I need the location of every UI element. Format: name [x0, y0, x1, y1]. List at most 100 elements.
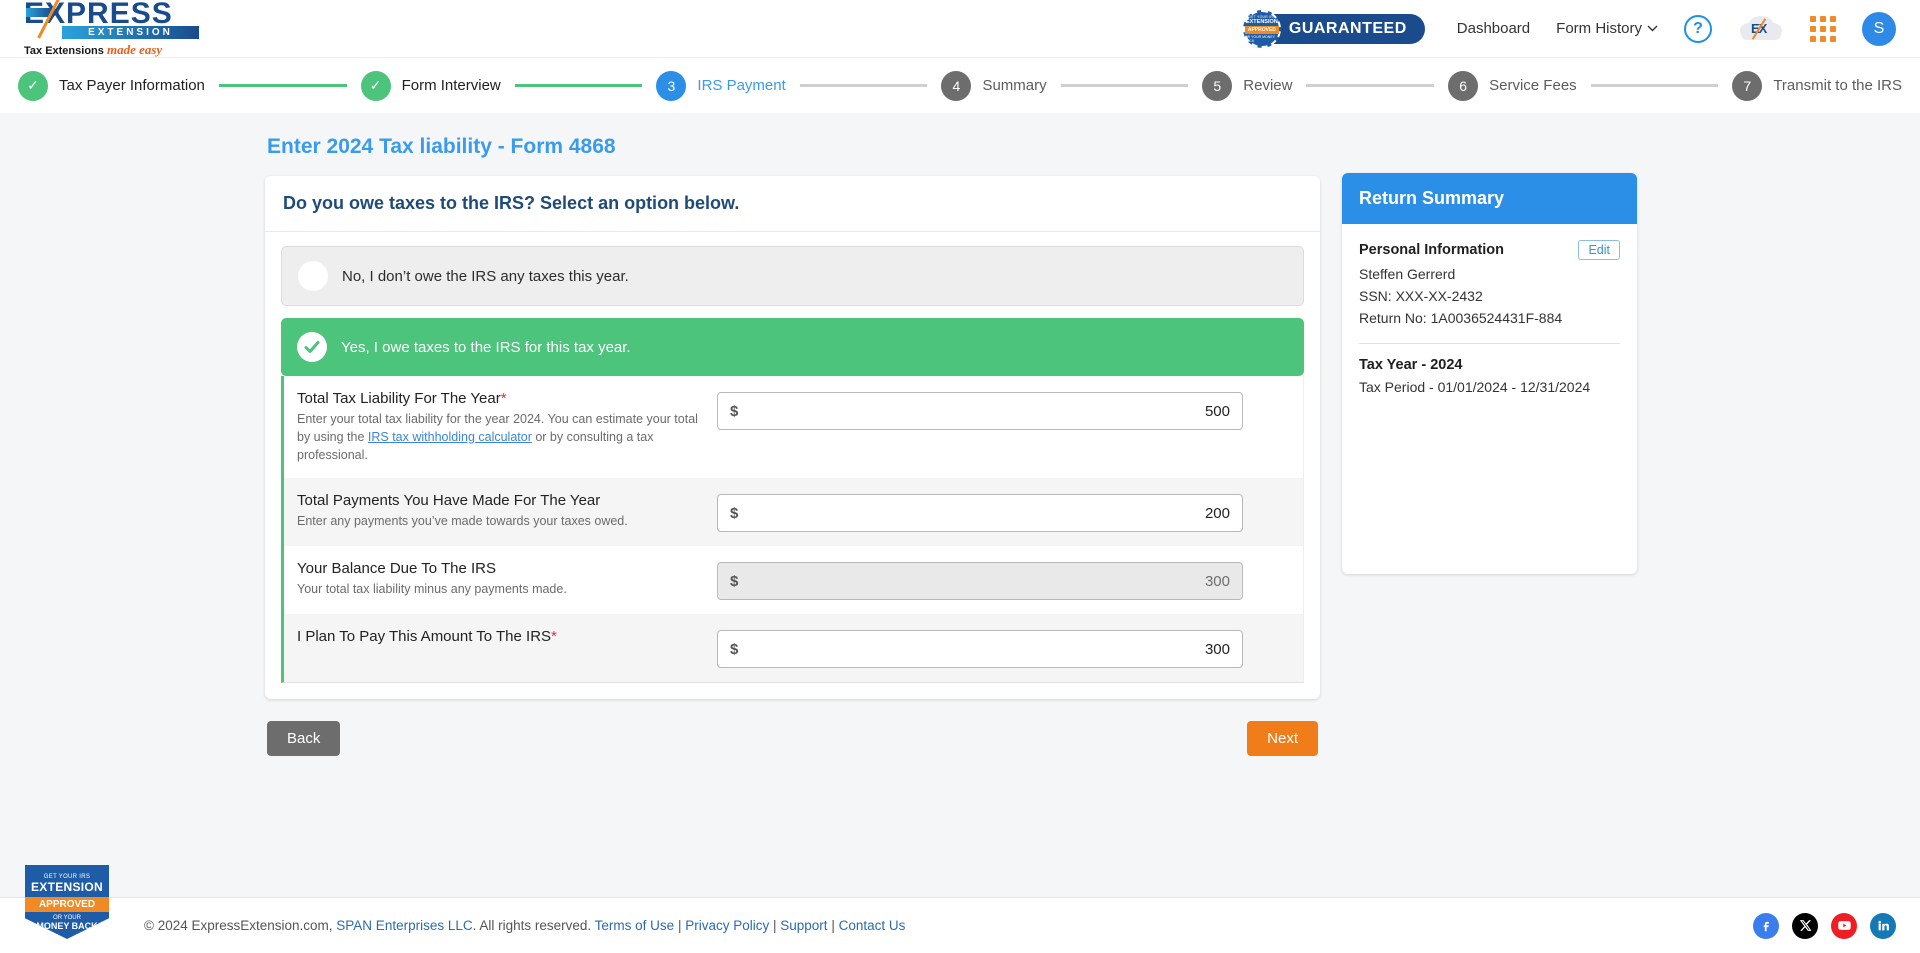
personal-information-title: Personal Information	[1359, 242, 1505, 258]
option-yes-taxes-owed[interactable]: Yes, I owe taxes to the IRS for this tax…	[281, 318, 1304, 376]
brand-logo[interactable]: EXPRESS EXTENSION Tax Extensions made ea…	[24, 0, 199, 58]
tax-period: Tax Period - 01/01/2024 - 12/31/2024	[1359, 379, 1591, 395]
field-row-total-payments: Total Payments You Have Made For The Yea…	[284, 478, 1303, 547]
field-label: Total Payments You Have Made For The Yea…	[297, 492, 699, 509]
apps-grid-button[interactable]	[1810, 15, 1836, 42]
radio-unselected-icon	[298, 261, 328, 291]
personal-information-row: Personal Information Edit	[1359, 240, 1620, 260]
step-tax-payer-information[interactable]: ✓ Tax Payer Information	[18, 70, 205, 101]
guaranteed-badge: GET YOUR IRS EXTENSION APPROVED OR YOUR …	[1242, 9, 1425, 48]
step-1-label: Tax Payer Information	[59, 77, 205, 94]
x-twitter-icon[interactable]	[1792, 912, 1818, 939]
field-description: Enter your total tax liability for the y…	[297, 410, 699, 464]
social-links	[1753, 912, 1896, 939]
tax-liability-card: Do you owe taxes to the IRS? Select an o…	[265, 176, 1320, 700]
check-icon	[304, 341, 320, 353]
copyright-pre: © 2024 ExpressExtension.com,	[144, 918, 337, 933]
field-label-text: Total Tax Liability For The Year	[297, 390, 501, 407]
contact-us-link[interactable]: Contact Us	[839, 918, 906, 933]
step-irs-payment[interactable]: 3 IRS Payment	[656, 70, 786, 101]
privacy-policy-link[interactable]: Privacy Policy	[685, 918, 769, 933]
footer-copyright: © 2024 ExpressExtension.com, SPAN Enterp…	[144, 918, 905, 933]
option-yes-label: Yes, I owe taxes to the IRS for this tax…	[341, 338, 631, 356]
field-input-wrap: $ 300	[717, 560, 1303, 601]
progress-stepper: ✓ Tax Payer Information ✓ Form Interview…	[0, 57, 1920, 113]
support-link[interactable]: Support	[780, 918, 827, 933]
currency-symbol: $	[730, 402, 739, 420]
field-input-wrap: $ 300	[717, 628, 1303, 669]
field-description: Your total tax liability minus any payme…	[297, 582, 567, 597]
step-summary[interactable]: 4 Summary	[941, 70, 1047, 101]
logo-tagline: Tax Extensions made easy	[24, 42, 199, 58]
cloud-icon: EX	[1738, 14, 1784, 44]
field-row-plan-to-pay: I Plan To Pay This Amount To The IRS* $ …	[284, 614, 1303, 683]
nav-dashboard[interactable]: Dashboard	[1457, 20, 1530, 37]
return-summary-body: Personal Information Edit Steffen Gerrer…	[1342, 224, 1637, 574]
step-6-circle: 6	[1448, 70, 1479, 101]
step-connector-4	[1060, 84, 1189, 87]
badge-shield-icon: GET YOUR IRS EXTENSION APPROVED OR YOUR …	[25, 865, 109, 939]
currency-symbol: $	[730, 572, 739, 590]
edit-personal-information-button[interactable]: Edit	[1578, 240, 1620, 260]
next-button[interactable]: Next	[1247, 721, 1318, 757]
plan-to-pay-input[interactable]: $ 300	[717, 630, 1243, 669]
balance-due-input: $ 300	[717, 562, 1243, 601]
help-icon: ?	[1684, 14, 1712, 43]
span-enterprises-link[interactable]: SPAN Enterprises LLC	[336, 918, 472, 933]
irs-withholding-calculator-link[interactable]: IRS tax withholding calculator	[368, 430, 532, 444]
card-question: Do you owe taxes to the IRS? Select an o…	[265, 176, 1320, 232]
sep-3: |	[827, 918, 839, 933]
seal-line-2: EXTENSION	[1245, 18, 1278, 25]
facebook-icon[interactable]	[1753, 912, 1779, 939]
youtube-icon[interactable]	[1831, 912, 1857, 939]
step-review[interactable]: 5 Review	[1202, 70, 1292, 101]
linkedin-icon[interactable]	[1870, 912, 1896, 939]
option-no-taxes-owed[interactable]: No, I don’t owe the IRS any taxes this y…	[281, 246, 1304, 306]
step-form-interview[interactable]: ✓ Form Interview	[360, 70, 501, 101]
currency-symbol: $	[730, 504, 739, 522]
taxpayer-name: Steffen Gerrerd	[1359, 266, 1456, 282]
input-value: 300	[1204, 572, 1230, 590]
back-button[interactable]: Back	[267, 721, 341, 757]
field-label-group: Total Payments You Have Made For The Yea…	[297, 492, 717, 530]
step-connector-5	[1306, 84, 1435, 87]
sep-1: |	[674, 918, 686, 933]
input-value: 200	[1204, 504, 1230, 522]
step-connector-1	[218, 84, 347, 87]
option-no-label: No, I don’t owe the IRS any taxes this y…	[342, 267, 629, 285]
step-connector-6	[1590, 84, 1719, 87]
total-payments-input[interactable]: $ 200	[717, 494, 1243, 533]
field-label: Your Balance Due To The IRS	[297, 560, 699, 577]
field-input-wrap: $ 200	[717, 492, 1303, 533]
step-service-fees[interactable]: 6 Service Fees	[1448, 70, 1577, 101]
total-tax-liability-input[interactable]: $ 500	[717, 392, 1243, 430]
step-4-circle: 4	[941, 70, 972, 101]
field-input-wrap: $ 500	[717, 390, 1303, 430]
field-label-group: Your Balance Due To The IRS Your total t…	[297, 560, 717, 598]
step-transmit-to-the-irs[interactable]: 7 Transmit to the IRS	[1732, 70, 1902, 101]
express-cloud-button[interactable]: EX	[1738, 14, 1784, 44]
return-summary-title: Return Summary	[1342, 173, 1637, 224]
field-row-total-tax-liability: Total Tax Liability For The Year* Enter …	[284, 376, 1303, 478]
step-2-circle: ✓	[360, 70, 391, 101]
currency-symbol: $	[730, 640, 739, 658]
page-content: Enter 2024 Tax liability - Form 4868 Do …	[0, 113, 1920, 953]
avatar[interactable]: S	[1862, 11, 1896, 46]
form-actions: Back Next	[265, 721, 1320, 757]
help-button[interactable]: ?	[1684, 14, 1712, 43]
radio-selected-check-icon	[297, 332, 327, 362]
step-3-label: IRS Payment	[697, 77, 786, 94]
field-label-group: I Plan To Pay This Amount To The IRS*	[297, 628, 717, 648]
money-back-badge: GET YOUR IRS EXTENSION APPROVED OR YOUR …	[14, 865, 120, 939]
tax-fields-group: Total Tax Liability For The Year* Enter …	[281, 376, 1304, 684]
step-1-circle: ✓	[18, 70, 48, 101]
tax-year-title: Tax Year - 2024	[1359, 357, 1463, 373]
step-connector-2	[514, 84, 643, 87]
terms-of-use-link[interactable]: Terms of Use	[595, 918, 675, 933]
logo-tagline-italic: made easy	[106, 42, 163, 57]
guaranteed-seal-icon: GET YOUR IRS EXTENSION APPROVED OR YOUR …	[1242, 9, 1281, 48]
nav-dashboard-label: Dashboard	[1456, 20, 1531, 37]
nav-form-history[interactable]: Form History	[1556, 20, 1658, 37]
field-label: Total Tax Liability For The Year*	[297, 390, 699, 407]
step-3-circle: 3	[656, 70, 687, 101]
